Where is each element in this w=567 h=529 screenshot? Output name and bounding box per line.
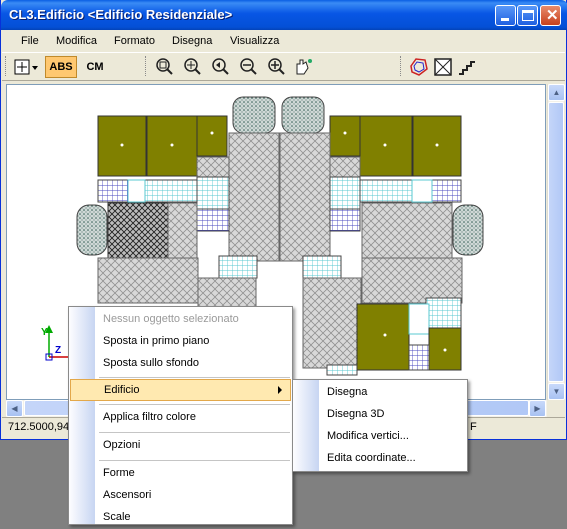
menu-item-send-to-back[interactable]: Sposta sullo sfondo xyxy=(69,353,292,375)
submenu-item-edit-vertices[interactable]: Modifica vertici... xyxy=(293,426,467,448)
menu-visualizza[interactable]: Visualizza xyxy=(230,35,279,47)
menu-item-options[interactable]: Opzioni xyxy=(69,435,292,457)
y-axis-label: Y xyxy=(41,327,48,338)
submenu-arrow-icon xyxy=(278,386,282,394)
vertical-scrollbar[interactable]: ▲ ▼ xyxy=(547,84,565,400)
abs-toggle[interactable]: ABS xyxy=(45,56,77,78)
menu-item-bring-to-front[interactable]: Sposta in primo piano xyxy=(69,331,292,353)
close-button[interactable]: ✕ xyxy=(540,5,561,26)
close-icon: ✕ xyxy=(546,7,559,24)
menu-item-elevators[interactable]: Ascensori xyxy=(69,485,292,507)
menu-item-shapes[interactable]: Forme xyxy=(69,463,292,485)
toolbar-grip[interactable] xyxy=(5,56,8,76)
title-bar[interactable]: CL3.Edificio <Edificio Residenziale> ✕ xyxy=(1,0,567,30)
menu-item-edificio[interactable]: Edificio xyxy=(70,379,291,401)
menu-item-color-filter[interactable]: Applica filtro colore xyxy=(69,407,292,429)
maximize-icon xyxy=(522,10,534,21)
submenu-item-edit-coordinates[interactable]: Edita coordinate... xyxy=(293,448,467,470)
window-title: CL3.Edificio <Edificio Residenziale> xyxy=(9,7,233,22)
zoom-in-icon[interactable] xyxy=(268,58,285,75)
menu-item-stairs[interactable]: Scale xyxy=(69,507,292,529)
stairs-icon[interactable] xyxy=(459,61,475,75)
menu-separator xyxy=(99,404,290,405)
zoom-toolbar xyxy=(152,56,322,78)
toolbar: ABS CM xyxy=(2,53,565,81)
scroll-right-button[interactable]: ▶ xyxy=(529,400,546,417)
vertical-scroll-thumb[interactable] xyxy=(548,102,564,382)
menu-bar: File Modifica Formato Disegna Visualizza xyxy=(2,30,565,53)
menu-disegna[interactable]: Disegna xyxy=(172,35,212,47)
scroll-down-button[interactable]: ▼ xyxy=(548,383,565,400)
z-axis-label: Z xyxy=(55,345,61,356)
minimize-button[interactable] xyxy=(495,5,516,26)
cm-toggle[interactable]: CM xyxy=(81,56,109,78)
submenu-item-draw[interactable]: Disegna xyxy=(293,382,467,404)
draw-toolbar xyxy=(407,56,487,78)
scroll-up-button[interactable]: ▲ xyxy=(548,84,565,101)
maximize-button[interactable] xyxy=(517,5,538,26)
toolbar-grip[interactable] xyxy=(400,56,403,76)
zoom-previous-icon[interactable] xyxy=(212,58,229,75)
toolbar-grip[interactable] xyxy=(145,56,148,76)
zoom-out-icon[interactable] xyxy=(240,58,257,75)
origin-dropdown-button[interactable] xyxy=(11,56,41,78)
context-menu: Nessun oggetto selezionato Sposta in pri… xyxy=(68,306,293,525)
menu-item-no-selection: Nessun oggetto selezionato xyxy=(103,313,239,325)
polygon-icon[interactable] xyxy=(410,58,428,76)
menu-modifica[interactable]: Modifica xyxy=(56,35,97,47)
minimize-icon xyxy=(501,18,509,21)
menu-formato[interactable]: Formato xyxy=(114,35,155,47)
edificio-submenu: Disegna Disegna 3D Modifica vertici... E… xyxy=(292,379,468,472)
menu-file[interactable]: File xyxy=(21,35,39,47)
pan-icon[interactable] xyxy=(296,59,312,75)
zoom-all-icon[interactable] xyxy=(184,58,201,75)
coordinates-readout: 712.5000,94 xyxy=(8,421,70,433)
menu-separator xyxy=(99,432,290,433)
menu-separator xyxy=(99,460,290,461)
frame-icon[interactable] xyxy=(434,58,452,76)
submenu-item-draw-3d[interactable]: Disegna 3D xyxy=(293,404,467,426)
crosshair-icon xyxy=(14,59,38,75)
zoom-window-icon[interactable] xyxy=(156,58,173,75)
status-mode: F xyxy=(470,421,477,433)
units-toolbar: ABS CM xyxy=(11,56,111,78)
menu-separator xyxy=(99,377,290,378)
scroll-left-button[interactable]: ◀ xyxy=(6,400,23,417)
